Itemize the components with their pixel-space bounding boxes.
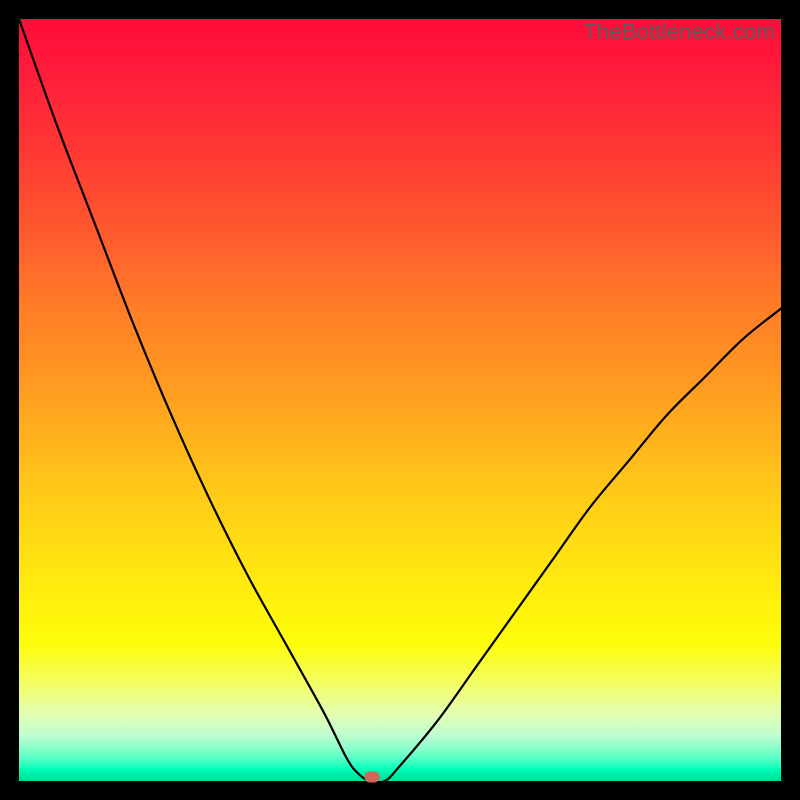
plot-area: TheBottleneck.com: [19, 19, 781, 781]
chart-frame: TheBottleneck.com: [0, 0, 800, 800]
min-marker: [364, 772, 379, 783]
watermark-text: TheBottleneck.com: [583, 19, 775, 45]
bottleneck-curve: [19, 19, 781, 781]
